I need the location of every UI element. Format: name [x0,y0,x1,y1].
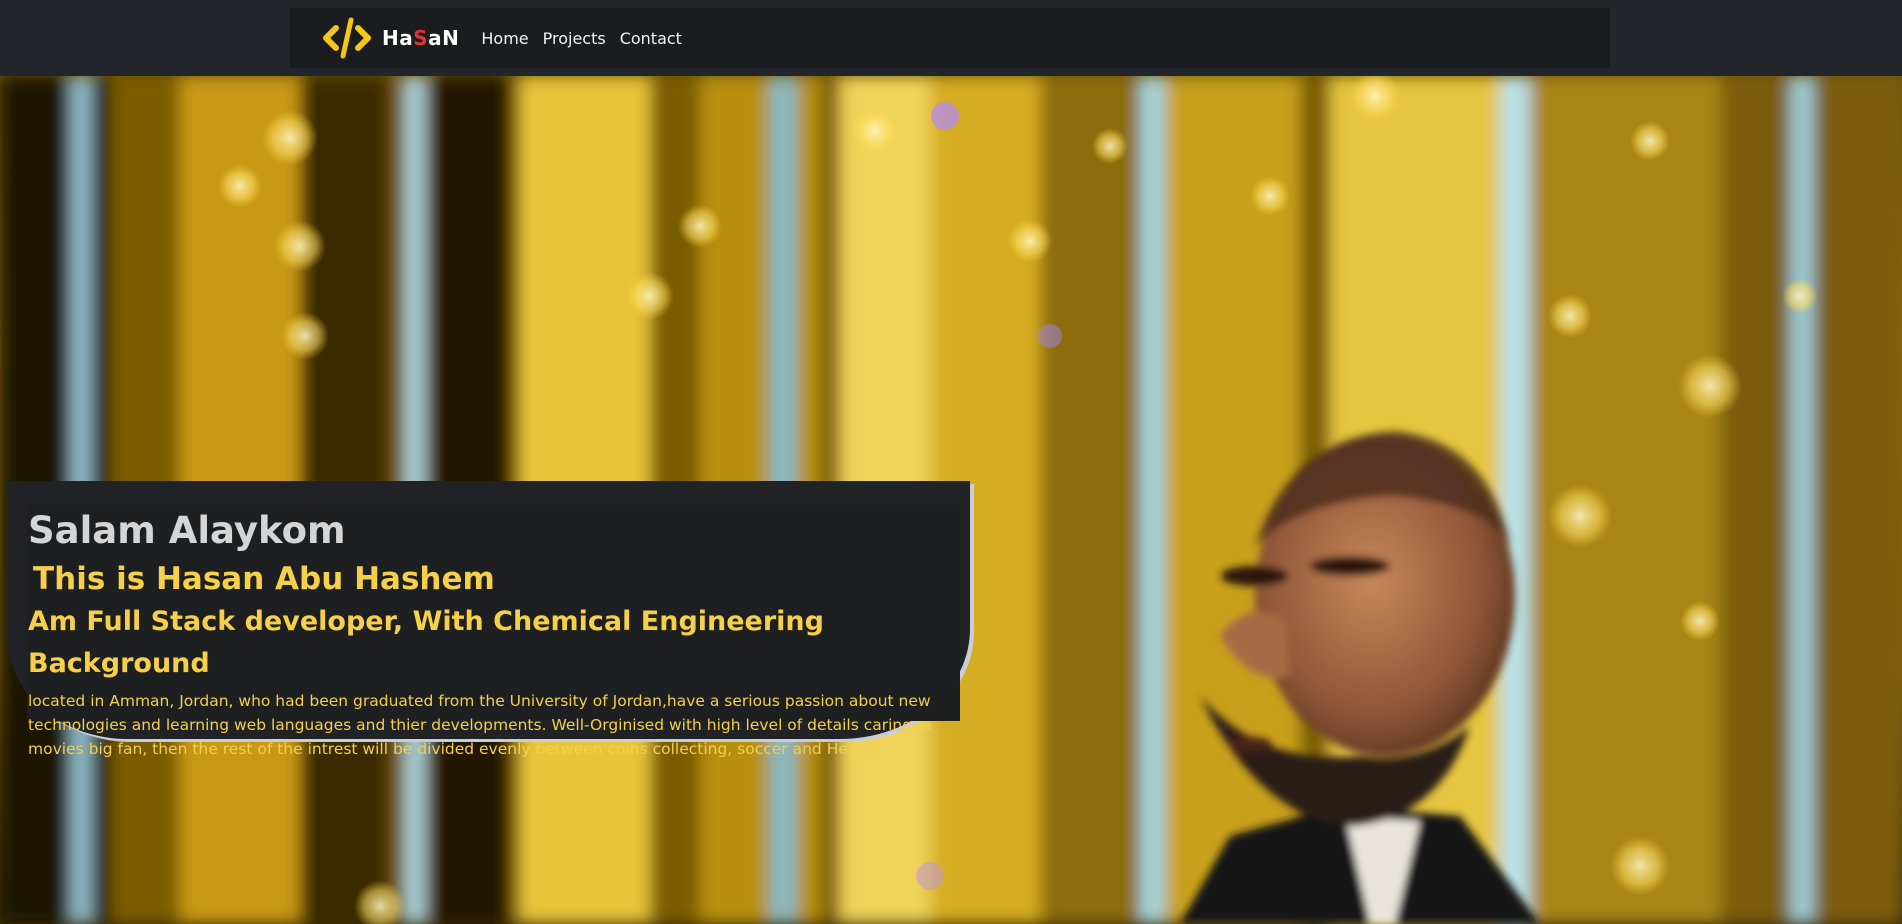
navbar: HaSaN Home Projects Contact [290,8,1610,68]
name-heading: This is Hasan Abu Hashem [33,561,495,597]
greeting-heading: Salam Alaykom [28,509,346,552]
bio-paragraph: located in Amman, Jordan, who had been g… [28,692,932,758]
code-brackets-icon [323,17,371,59]
top-bar: HaSaN Home Projects Contact [0,0,1902,76]
brand-name-accent: S [413,26,429,50]
nav-link-home[interactable]: Home [481,29,528,48]
brand-name: HaSaN [382,26,459,50]
brand-name-suffix: aN [428,26,460,50]
intro-card: Salam Alaykom This is Hasan Abu Hashem A… [27,505,960,758]
role-heading: Am Full Stack developer, With Chemical E… [28,606,824,679]
nav-link-contact[interactable]: Contact [620,29,682,48]
brand-name-prefix: Ha [382,26,414,50]
nav-link-projects[interactable]: Projects [543,29,606,48]
nav-links: Home Projects Contact [481,29,696,48]
hero-section: Salam Alaykom This is Hasan Abu Hashem A… [0,76,1902,924]
logo[interactable]: HaSaN [318,8,459,68]
